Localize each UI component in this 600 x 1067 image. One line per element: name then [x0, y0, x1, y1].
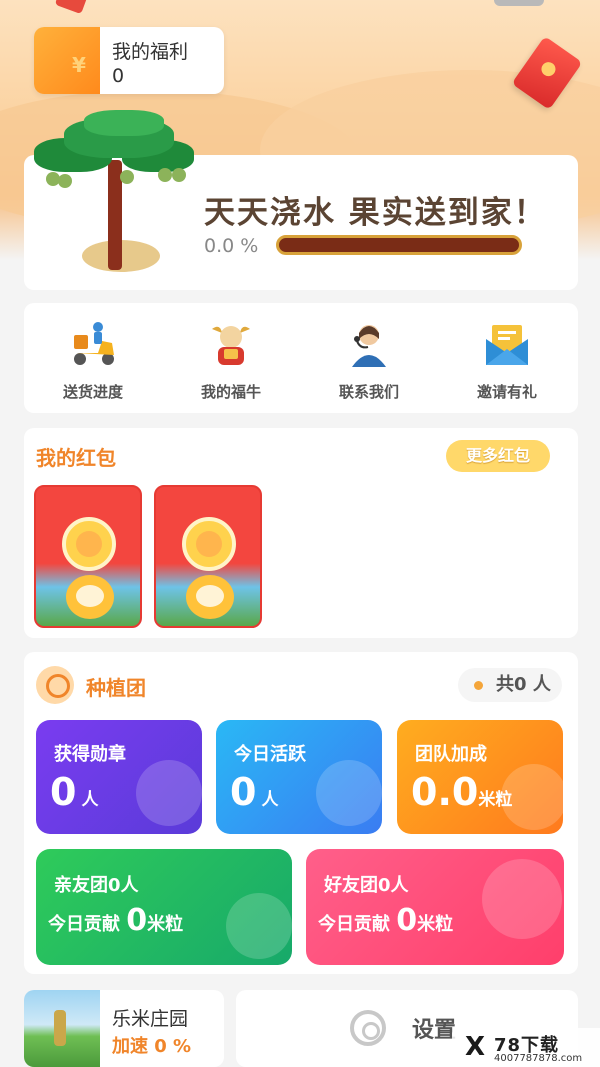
stat-value-line: 0 人	[230, 770, 279, 814]
contrib-unit: 米粒	[417, 914, 454, 935]
stat-value: 0.0	[411, 770, 479, 814]
stat-title: 团队加成	[415, 744, 487, 765]
stat-unit: 人	[81, 790, 99, 810]
stat-title: 今日活跃	[234, 744, 306, 765]
packet-medal	[182, 517, 236, 571]
growth-progress-bar	[276, 235, 522, 255]
yuan-coin-icon	[226, 893, 292, 959]
contrib-label: 今日贡献	[48, 914, 120, 935]
count-prefix: 共	[496, 674, 514, 695]
fruit-icon	[58, 174, 72, 188]
welfare-coin-icon: ¥	[34, 27, 100, 94]
my-welfare-chip[interactable]: ¥ 我的福利 0	[34, 27, 224, 94]
delivery-scooter-icon	[74, 322, 114, 365]
stat-team-bonus[interactable]: 团队加成 0.0米粒	[397, 720, 563, 834]
stat-value-line: 0 人	[50, 770, 99, 814]
watermark: X 78下载 4007787878.com	[452, 1028, 600, 1067]
quick-action-ox[interactable]: 我的福牛	[162, 303, 300, 413]
quick-action-contact[interactable]: 联系我们	[300, 303, 438, 413]
group-contribution: 今日贡献 0米粒	[318, 903, 453, 938]
contrib-value: 0	[126, 903, 148, 938]
group-title: 好友团0人	[324, 875, 409, 896]
stat-value: 0	[50, 770, 77, 814]
progress-percent: 0.0 %	[204, 235, 259, 257]
contrib-value: 0	[396, 903, 418, 938]
group-contribution: 今日贡献 0米粒	[48, 903, 183, 938]
stat-medals[interactable]: 获得勋章 0 人	[36, 720, 202, 834]
count-unit: 人	[532, 674, 551, 695]
customer-service-icon	[352, 325, 386, 367]
stat-value-line: 0.0米粒	[411, 770, 512, 814]
my-red-packets-card: 我的红包 更多红包	[24, 428, 578, 638]
quick-action-label: 送货进度	[62, 383, 123, 401]
contrib-unit: 米粒	[147, 914, 184, 935]
farm-speed: 加速 0 %	[112, 1036, 192, 1057]
heartbeat-icon	[316, 760, 382, 826]
team-count-badge[interactable]: 共0 人	[458, 668, 562, 702]
stat-friend-group[interactable]: 好友团0人 今日贡献 0米粒	[306, 849, 564, 965]
quick-action-label: 我的福牛	[200, 383, 261, 401]
lemi-farm-card[interactable]: 乐米庄园 加速 0 %	[24, 990, 224, 1067]
packet-mascot	[186, 575, 234, 619]
watermark-logo: X	[464, 1032, 486, 1062]
fruit-icon	[120, 170, 134, 184]
welfare-value: 0	[112, 65, 125, 87]
top-decoration	[494, 0, 544, 6]
red-packet-ox-icon[interactable]	[154, 485, 262, 628]
stat-title: 获得勋章	[54, 744, 126, 765]
invite-envelope-icon	[486, 325, 528, 365]
planting-team-card: 种植团 共0 人 获得勋章 0 人 今日活跃 0 人 团队加成 0.0米粒 亲友…	[24, 652, 578, 974]
shield-check-icon	[136, 760, 202, 826]
star-badge-icon	[482, 859, 562, 939]
quick-action-delivery[interactable]: 送货进度	[24, 303, 162, 413]
watermark-site: 4007787878.com	[494, 1053, 583, 1064]
fruit-icon	[158, 168, 172, 182]
more-red-packets-button[interactable]: 更多红包	[446, 440, 550, 472]
team-title: 种植团	[86, 676, 146, 700]
slogan: 天天浇水 果实送到家！	[204, 195, 547, 231]
red-packet-icon[interactable]	[34, 485, 142, 628]
quick-action-label: 邀请有礼	[476, 383, 537, 401]
fruit-tree-icon[interactable]	[34, 110, 194, 280]
contrib-label: 今日贡献	[318, 914, 390, 935]
lucky-ox-icon	[212, 326, 250, 365]
farm-name: 乐米庄园	[112, 1008, 189, 1030]
quick-action-label: 联系我们	[338, 383, 399, 401]
stat-unit: 人	[261, 790, 279, 810]
packet-mascot	[66, 575, 114, 619]
tree-leaves	[84, 110, 164, 136]
gear-icon	[350, 1010, 386, 1046]
floating-red-packet-icon[interactable]	[54, 0, 90, 15]
farm-thumbnail	[24, 990, 100, 1067]
stat-value: 0	[230, 770, 257, 814]
group-title: 亲友团0人	[54, 875, 139, 896]
stat-family-group[interactable]: 亲友团0人 今日贡献 0米粒	[36, 849, 292, 965]
quick-action-invite[interactable]: 邀请有礼	[438, 303, 576, 413]
count-dot	[474, 681, 483, 690]
fruit-icon	[172, 168, 186, 182]
settings-label: 设置	[412, 1018, 457, 1043]
yuan-glyph: ¥	[72, 53, 86, 77]
team-icon	[36, 666, 74, 704]
stat-unit: 米粒	[478, 790, 513, 810]
stat-active-today[interactable]: 今日活跃 0 人	[216, 720, 382, 834]
count-value: 0	[514, 674, 527, 695]
welfare-title: 我的福利	[112, 41, 189, 63]
packet-medal	[62, 517, 116, 571]
quick-actions-card: 送货进度 我的福牛 联系我们 邀请有礼	[24, 303, 578, 413]
red-packets-title: 我的红包	[36, 446, 116, 470]
